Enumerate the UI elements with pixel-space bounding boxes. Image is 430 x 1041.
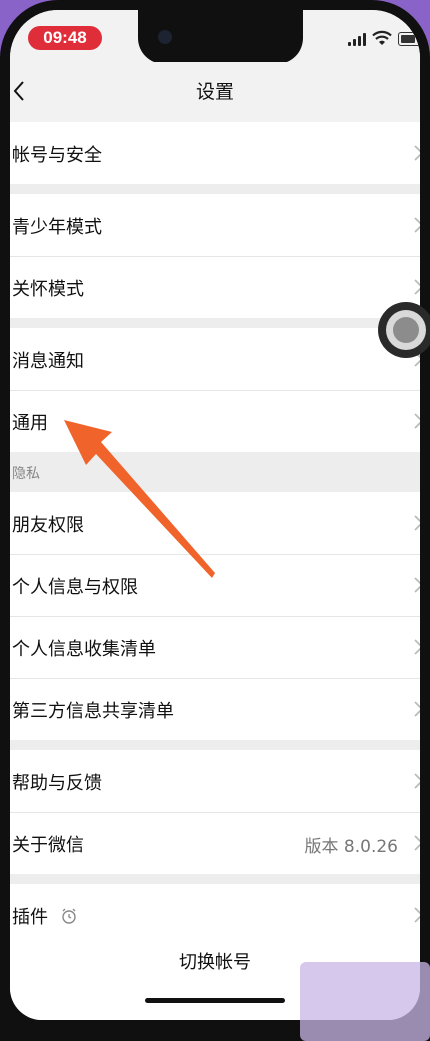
chevron-right-icon — [414, 217, 420, 233]
camera-icon — [158, 30, 172, 44]
status-bar: 09:48 — [10, 10, 420, 64]
settings-item-account-security[interactable]: 帐号与安全 — [10, 122, 420, 184]
chevron-right-icon — [414, 145, 420, 161]
page-title: 设置 — [195, 81, 234, 103]
chevron-right-icon — [414, 413, 420, 429]
wifi-icon — [372, 30, 392, 46]
assistive-touch-button[interactable] — [378, 302, 430, 358]
phone-frame: 09:48 设置 帐号与安全 青少年模式 关怀模式 消息通知 通用 隐私 朋友权… — [0, 0, 430, 1041]
alarm-clock-icon — [62, 908, 76, 924]
watermark — [300, 962, 430, 1041]
battery-icon — [398, 32, 420, 46]
home-indicator — [145, 998, 285, 1003]
settings-item-label: 第三方信息共享清单 — [12, 701, 174, 722]
settings-group-modes: 青少年模式 关怀模式 — [10, 194, 420, 318]
settings-item-care-mode[interactable]: 关怀模式 — [10, 256, 420, 318]
settings-group-account: 帐号与安全 — [10, 122, 420, 184]
settings-item-label: 关于微信 — [12, 835, 84, 856]
chevron-right-icon — [414, 835, 420, 851]
settings-item-label: 关怀模式 — [12, 279, 84, 300]
chevron-right-icon — [414, 773, 420, 789]
settings-group-privacy: 朋友权限 个人信息与权限 个人信息收集清单 第三方信息共享清单 — [10, 492, 420, 740]
section-header-privacy: 隐私 — [10, 452, 420, 492]
chevron-right-icon — [414, 515, 420, 531]
settings-group-about: 帮助与反馈 关于微信 版本 8.0.26 — [10, 750, 420, 874]
settings-item-friend-permissions[interactable]: 朋友权限 — [10, 492, 420, 554]
nav-bar: 设置 — [10, 62, 420, 122]
section-label: 隐私 — [12, 466, 40, 482]
settings-item-label: 朋友权限 — [12, 515, 84, 536]
settings-item-personal-info-permissions[interactable]: 个人信息与权限 — [10, 554, 420, 616]
version-value: 版本 8.0.26 — [304, 837, 398, 857]
chevron-right-icon — [414, 907, 420, 923]
chevron-right-icon — [414, 701, 420, 717]
settings-group-notifications: 消息通知 通用 — [10, 328, 420, 452]
settings-item-teen-mode[interactable]: 青少年模式 — [10, 194, 420, 256]
settings-item-label: 个人信息收集清单 — [12, 639, 156, 660]
screen: 09:48 设置 帐号与安全 青少年模式 关怀模式 消息通知 通用 隐私 朋友权… — [10, 10, 420, 1020]
settings-item-personal-info-collection[interactable]: 个人信息收集清单 — [10, 616, 420, 678]
status-time: 09:48 — [28, 26, 102, 50]
chevron-right-icon — [414, 279, 420, 295]
settings-item-third-party-sharing[interactable]: 第三方信息共享清单 — [10, 678, 420, 740]
settings-item-help-feedback[interactable]: 帮助与反馈 — [10, 750, 420, 812]
settings-item-label: 帐号与安全 — [12, 145, 102, 166]
cellular-signal-icon — [348, 32, 368, 46]
chevron-right-icon — [414, 577, 420, 593]
settings-item-general[interactable]: 通用 — [10, 390, 420, 452]
settings-item-label: 个人信息与权限 — [12, 577, 138, 598]
camera-notch — [138, 10, 303, 64]
settings-item-label: 消息通知 — [12, 351, 84, 372]
chevron-right-icon — [414, 639, 420, 655]
settings-item-label: 帮助与反馈 — [12, 773, 102, 794]
settings-item-label: 青少年模式 — [12, 217, 102, 238]
settings-item-about-wechat[interactable]: 关于微信 版本 8.0.26 — [10, 812, 420, 874]
settings-item-label: 通用 — [12, 413, 48, 434]
settings-list: 帐号与安全 青少年模式 关怀模式 消息通知 通用 隐私 朋友权限 个人信息与权限… — [10, 122, 420, 946]
settings-item-notifications[interactable]: 消息通知 — [10, 328, 420, 390]
